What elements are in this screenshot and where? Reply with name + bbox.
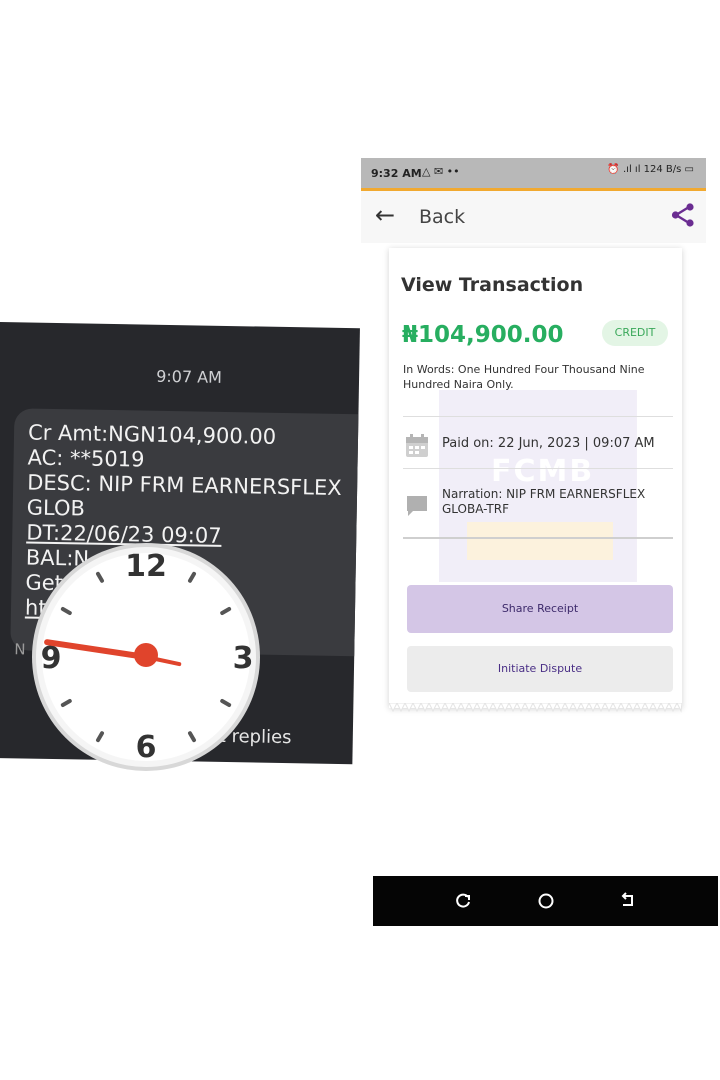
app-header: ← Back (361, 191, 706, 243)
clock-number-3: 3 (233, 641, 254, 676)
calendar-icon (406, 434, 428, 457)
back-button[interactable]: Back (419, 206, 465, 228)
sms-line-description-cont: GLOB (26, 495, 86, 521)
status-time: 9:32 AM (371, 167, 422, 180)
sms-footer-label: N (14, 640, 26, 659)
back-nav-icon[interactable] (619, 892, 637, 910)
clock-icon: 12 3 6 9 (32, 543, 260, 771)
transaction-receipt-card: FCMB View Transaction ₦104,900.00 CREDIT… (389, 248, 682, 708)
clock-number-6: 6 (136, 730, 157, 765)
credit-badge: CREDIT (602, 320, 668, 346)
clock-number-12: 12 (125, 549, 167, 584)
home-icon[interactable] (537, 892, 555, 910)
android-nav-bar (373, 876, 718, 926)
watermark-logo-text: FCMB (491, 454, 595, 489)
sms-line-account: AC: **5019 (27, 445, 145, 472)
sms-time: 9:07 AM (156, 366, 223, 387)
status-notification-icons: △ ✉ •• (422, 165, 460, 178)
transaction-amount: ₦104,900.00 (402, 322, 564, 348)
arrow-left-icon[interactable]: ← (375, 201, 395, 229)
amount-in-words: In Words: One Hundred Four Thousand Nine… (403, 363, 645, 391)
watermark-bar (467, 522, 613, 560)
sms-line-credit-amount: Cr Amt:NGN104,900.00 (27, 420, 277, 449)
status-bar: 9:32 AM △ ✉ •• ⏰ .ıl ıl 124 B/s ▭ (361, 158, 706, 191)
share-receipt-button[interactable]: Share Receipt (407, 585, 673, 633)
receipt-torn-edge (389, 703, 682, 713)
page-title: View Transaction (401, 274, 584, 296)
clock-center-pin (134, 643, 158, 667)
share-icon[interactable] (670, 202, 696, 228)
initiate-dispute-button[interactable]: Initiate Dispute (407, 646, 673, 692)
recent-apps-icon[interactable] (454, 892, 472, 910)
divider (403, 416, 673, 417)
bank-watermark: FCMB (439, 390, 637, 582)
paid-on-date: Paid on: 22 Jun, 2023 | 09:07 AM (442, 436, 655, 451)
status-system-icons: ⏰ .ıl ıl 124 B/s ▭ (607, 164, 694, 175)
divider (403, 468, 673, 469)
comment-icon (407, 496, 427, 516)
divider (403, 537, 673, 539)
narration-text: Narration: NIP FRM EARNERSFLEX GLOBA-TRF (442, 487, 646, 516)
